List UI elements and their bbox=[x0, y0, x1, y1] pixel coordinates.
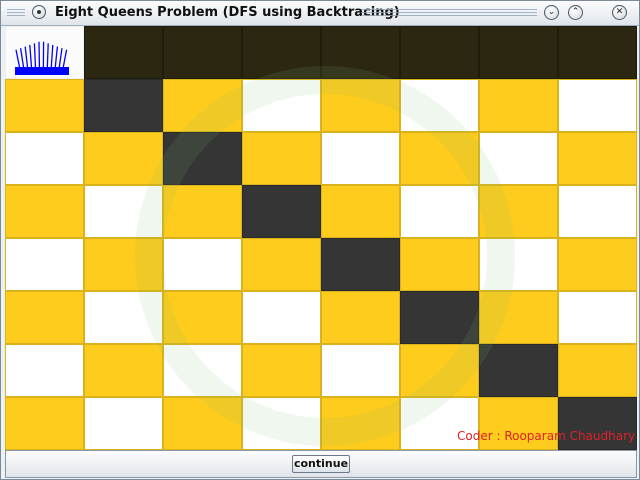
board-cell[interactable] bbox=[163, 291, 242, 344]
board-cell[interactable] bbox=[479, 291, 558, 344]
board-cell[interactable] bbox=[558, 344, 637, 397]
board-cell[interactable] bbox=[5, 132, 84, 185]
board-cell[interactable] bbox=[163, 79, 242, 132]
board-cell[interactable] bbox=[242, 291, 321, 344]
board-cell[interactable] bbox=[84, 344, 163, 397]
title-bar[interactable]: Eight Queens Problem (DFS using Backtrac… bbox=[1, 1, 639, 26]
title-grip bbox=[361, 9, 537, 18]
board-cell[interactable] bbox=[84, 79, 163, 132]
board-cell[interactable] bbox=[84, 26, 163, 79]
board-cell[interactable] bbox=[242, 397, 321, 450]
board-cell[interactable] bbox=[163, 132, 242, 185]
minimize-icon[interactable]: ⌄ bbox=[544, 5, 559, 20]
queen-crown-icon bbox=[15, 41, 69, 75]
crown-spike bbox=[50, 44, 54, 70]
board-cell[interactable] bbox=[242, 79, 321, 132]
board-cell[interactable] bbox=[242, 185, 321, 238]
board-cell[interactable] bbox=[84, 238, 163, 291]
board-cell[interactable] bbox=[84, 397, 163, 450]
board-cell[interactable] bbox=[242, 132, 321, 185]
board-cell[interactable] bbox=[400, 132, 479, 185]
board-cell[interactable] bbox=[163, 397, 242, 450]
crown-spike bbox=[29, 44, 33, 70]
board-cell[interactable] bbox=[5, 26, 84, 79]
crown-spike bbox=[46, 43, 49, 70]
app-window: Eight Queens Problem (DFS using Backtrac… bbox=[0, 0, 640, 480]
close-icon[interactable]: ✕ bbox=[612, 5, 627, 20]
board-cell[interactable] bbox=[84, 291, 163, 344]
board-cell[interactable] bbox=[5, 185, 84, 238]
board-cell[interactable] bbox=[321, 238, 400, 291]
board-cell[interactable] bbox=[84, 185, 163, 238]
board-cell[interactable] bbox=[558, 132, 637, 185]
crown-spike bbox=[54, 46, 59, 70]
board-cell[interactable] bbox=[558, 185, 637, 238]
crown-spike bbox=[58, 48, 63, 70]
board-cell[interactable] bbox=[400, 185, 479, 238]
board-cell[interactable] bbox=[479, 344, 558, 397]
board-cell[interactable] bbox=[400, 291, 479, 344]
maximize-icon[interactable]: ⌃ bbox=[568, 5, 583, 20]
board-cell[interactable] bbox=[242, 26, 321, 79]
crown-base bbox=[15, 67, 69, 75]
board-cell[interactable] bbox=[479, 26, 558, 79]
board-cell[interactable] bbox=[558, 291, 637, 344]
crown-spike bbox=[19, 48, 25, 70]
board-cell[interactable] bbox=[479, 185, 558, 238]
board-cell[interactable] bbox=[479, 132, 558, 185]
crown-spike bbox=[24, 46, 29, 70]
crown-spike bbox=[62, 49, 68, 70]
crown-spike bbox=[33, 43, 37, 70]
board-cell[interactable] bbox=[321, 291, 400, 344]
chess-board bbox=[5, 26, 637, 450]
board-cell[interactable] bbox=[558, 26, 637, 79]
title-grip-left bbox=[7, 9, 25, 18]
board-cell[interactable] bbox=[321, 185, 400, 238]
board-cell[interactable] bbox=[479, 79, 558, 132]
board-cell[interactable] bbox=[321, 344, 400, 397]
continue-button[interactable]: continue bbox=[292, 455, 350, 473]
board-cell[interactable] bbox=[400, 344, 479, 397]
board-cell[interactable] bbox=[84, 132, 163, 185]
board-cell[interactable] bbox=[242, 238, 321, 291]
window-title: Eight Queens Problem (DFS using Backtrac… bbox=[55, 5, 400, 20]
board-cell[interactable] bbox=[163, 185, 242, 238]
board-cell[interactable] bbox=[5, 79, 84, 132]
board-cell[interactable] bbox=[400, 26, 479, 79]
coder-credit: Coder : Rooparam Chaudhary bbox=[457, 429, 636, 443]
board-cell[interactable] bbox=[5, 291, 84, 344]
board-cell[interactable] bbox=[321, 79, 400, 132]
board-cell[interactable] bbox=[163, 344, 242, 397]
board-cell[interactable] bbox=[242, 344, 321, 397]
board-cell[interactable] bbox=[558, 79, 637, 132]
window-menu-icon[interactable] bbox=[32, 5, 46, 19]
board-cell[interactable] bbox=[321, 26, 400, 79]
board-cell[interactable] bbox=[5, 397, 84, 450]
board-cell[interactable] bbox=[558, 238, 637, 291]
board-cell[interactable] bbox=[479, 238, 558, 291]
board-cell[interactable] bbox=[5, 238, 84, 291]
board-cell[interactable] bbox=[321, 397, 400, 450]
board-cell[interactable] bbox=[400, 238, 479, 291]
crown-spike bbox=[15, 49, 21, 70]
board-cell[interactable] bbox=[5, 344, 84, 397]
board-cell[interactable] bbox=[163, 26, 242, 79]
board-cell[interactable] bbox=[321, 132, 400, 185]
board-cell[interactable] bbox=[163, 238, 242, 291]
board-cell[interactable] bbox=[400, 79, 479, 132]
